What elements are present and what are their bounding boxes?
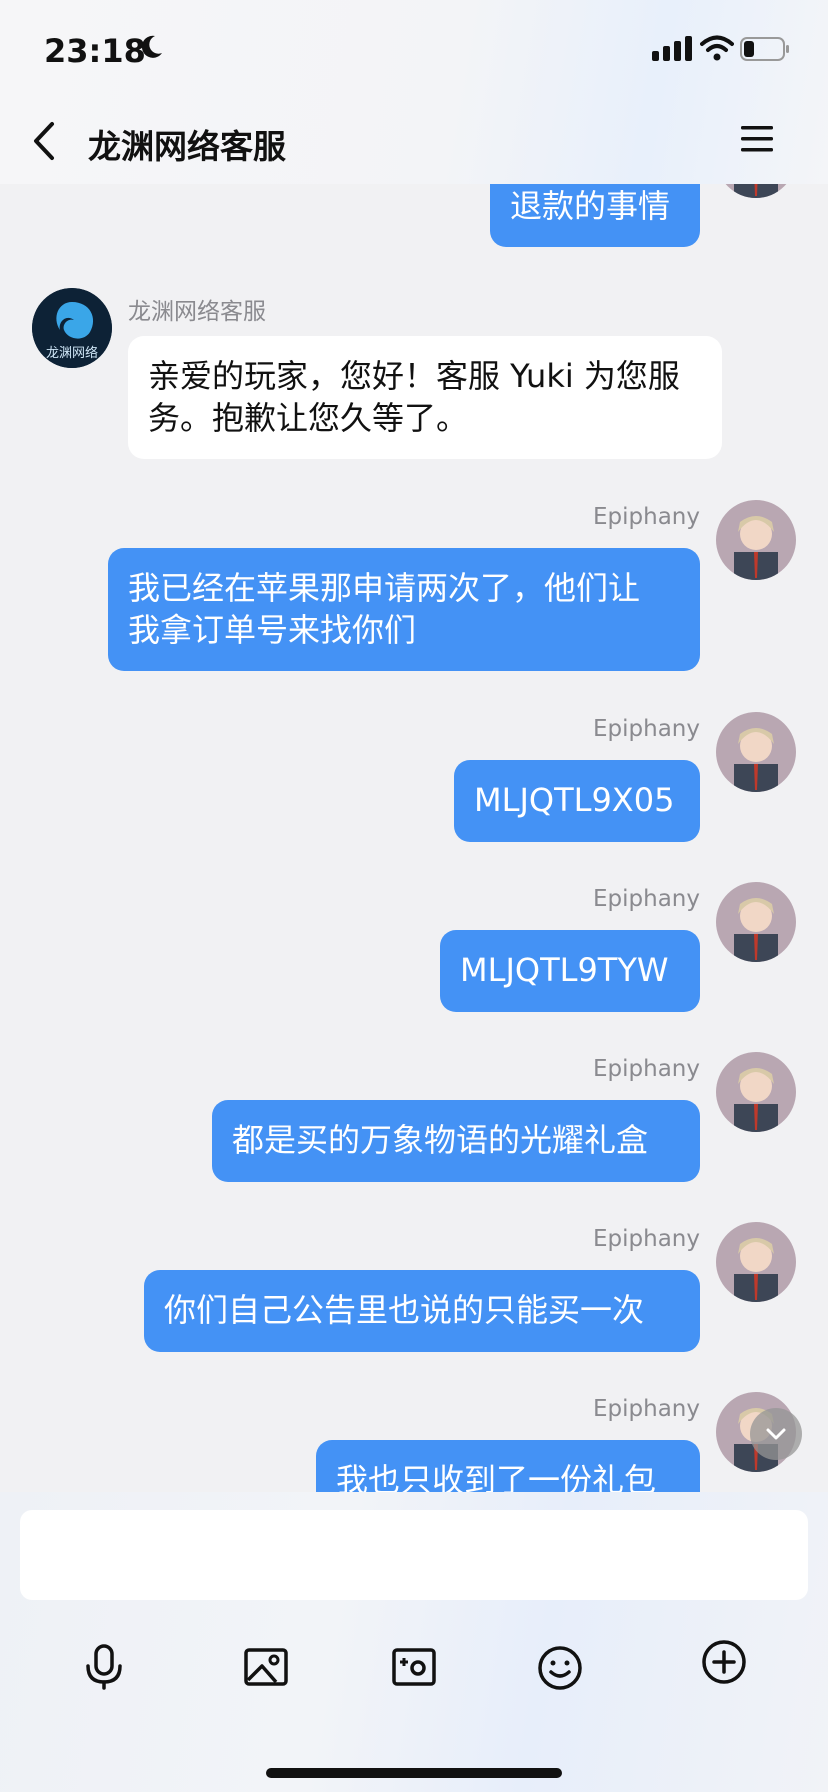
scroll-to-bottom-button[interactable] — [750, 1408, 802, 1460]
user-avatar[interactable] — [716, 1222, 796, 1302]
message-bubble[interactable]: 亲爱的玩家，您好！客服 Yuki 为您服 务。抱歉让您久等了。 — [128, 336, 722, 459]
user-avatar[interactable] — [716, 712, 796, 792]
menu-button[interactable] — [740, 124, 774, 154]
image-icon[interactable] — [242, 1642, 290, 1690]
message-text: MLJQTL9TYW — [460, 951, 669, 989]
message-bubble[interactable]: MLJQTL9TYW — [440, 930, 700, 1012]
sender-name: Epiphany — [593, 1056, 700, 1082]
message-input[interactable] — [20, 1510, 808, 1600]
chevron-down-icon — [766, 1428, 786, 1440]
composer-bar — [0, 1492, 828, 1792]
avatar-text: 龙渊网络 — [45, 346, 98, 361]
microphone-icon[interactable] — [80, 1642, 128, 1690]
sender-name: Epiphany — [593, 1396, 700, 1422]
message-text: 退款的事情 — [510, 187, 671, 225]
wifi-icon — [700, 35, 734, 61]
sender-name: Epiphany — [593, 886, 700, 912]
home-indicator — [266, 1768, 562, 1778]
user-avatar[interactable] — [716, 882, 796, 962]
message-bubble[interactable]: 我已经在苹果那申请两次了，他们让 我拿订单号来找你们 — [108, 548, 700, 671]
battery-icon — [740, 37, 789, 61]
message-text: 你们自己公告里也说的只能买一次 — [164, 1291, 645, 1329]
status-time: 23:18 — [44, 32, 146, 70]
signal-icon — [652, 36, 692, 61]
message-text: MLJQTL9X05 — [474, 781, 675, 819]
message-text: 我已经在苹果那申请两次了，他们让 — [128, 569, 641, 607]
message-text: 都是买的万象物语的光耀礼盒 — [232, 1121, 649, 1159]
message-bubble[interactable]: 都是买的万象物语的光耀礼盒 — [212, 1100, 700, 1182]
camera-icon[interactable] — [390, 1642, 438, 1690]
message-bubble[interactable]: MLJQTL9X05 — [454, 760, 700, 842]
message-text: 我也只收到了一份礼包 — [336, 1461, 657, 1492]
user-avatar[interactable] — [716, 1052, 796, 1132]
message-text: 亲爱的玩家，您好！客服 Yuki 为您服 — [148, 357, 680, 395]
message-bubble[interactable]: 你们自己公告里也说的只能买一次 — [144, 1270, 700, 1352]
plus-icon[interactable] — [700, 1638, 748, 1686]
top-bar: 23:18 龙渊网络客服 — [0, 0, 828, 184]
message-list[interactable]: 退款的事情 龙渊网络 龙渊网络客服 亲爱的玩家，您好！客服 Yuki 为您服 务… — [0, 0, 828, 1492]
message-text: 务。抱歉让您久等了。 — [148, 399, 469, 437]
service-avatar[interactable]: 龙渊网络 — [32, 288, 112, 368]
sender-name: Epiphany — [593, 716, 700, 742]
message-bubble[interactable]: 我也只收到了一份礼包 — [316, 1440, 700, 1492]
message-text: 我拿订单号来找你们 — [128, 611, 417, 649]
back-button[interactable] — [26, 118, 62, 164]
user-avatar[interactable] — [716, 500, 796, 580]
sender-name: Epiphany — [593, 1226, 700, 1252]
page-title: 龙渊网络客服 — [88, 127, 286, 166]
sender-name: 龙渊网络客服 — [128, 299, 266, 325]
moon-icon — [137, 33, 165, 68]
sender-name: Epiphany — [593, 504, 700, 530]
emoji-icon[interactable] — [536, 1642, 584, 1690]
